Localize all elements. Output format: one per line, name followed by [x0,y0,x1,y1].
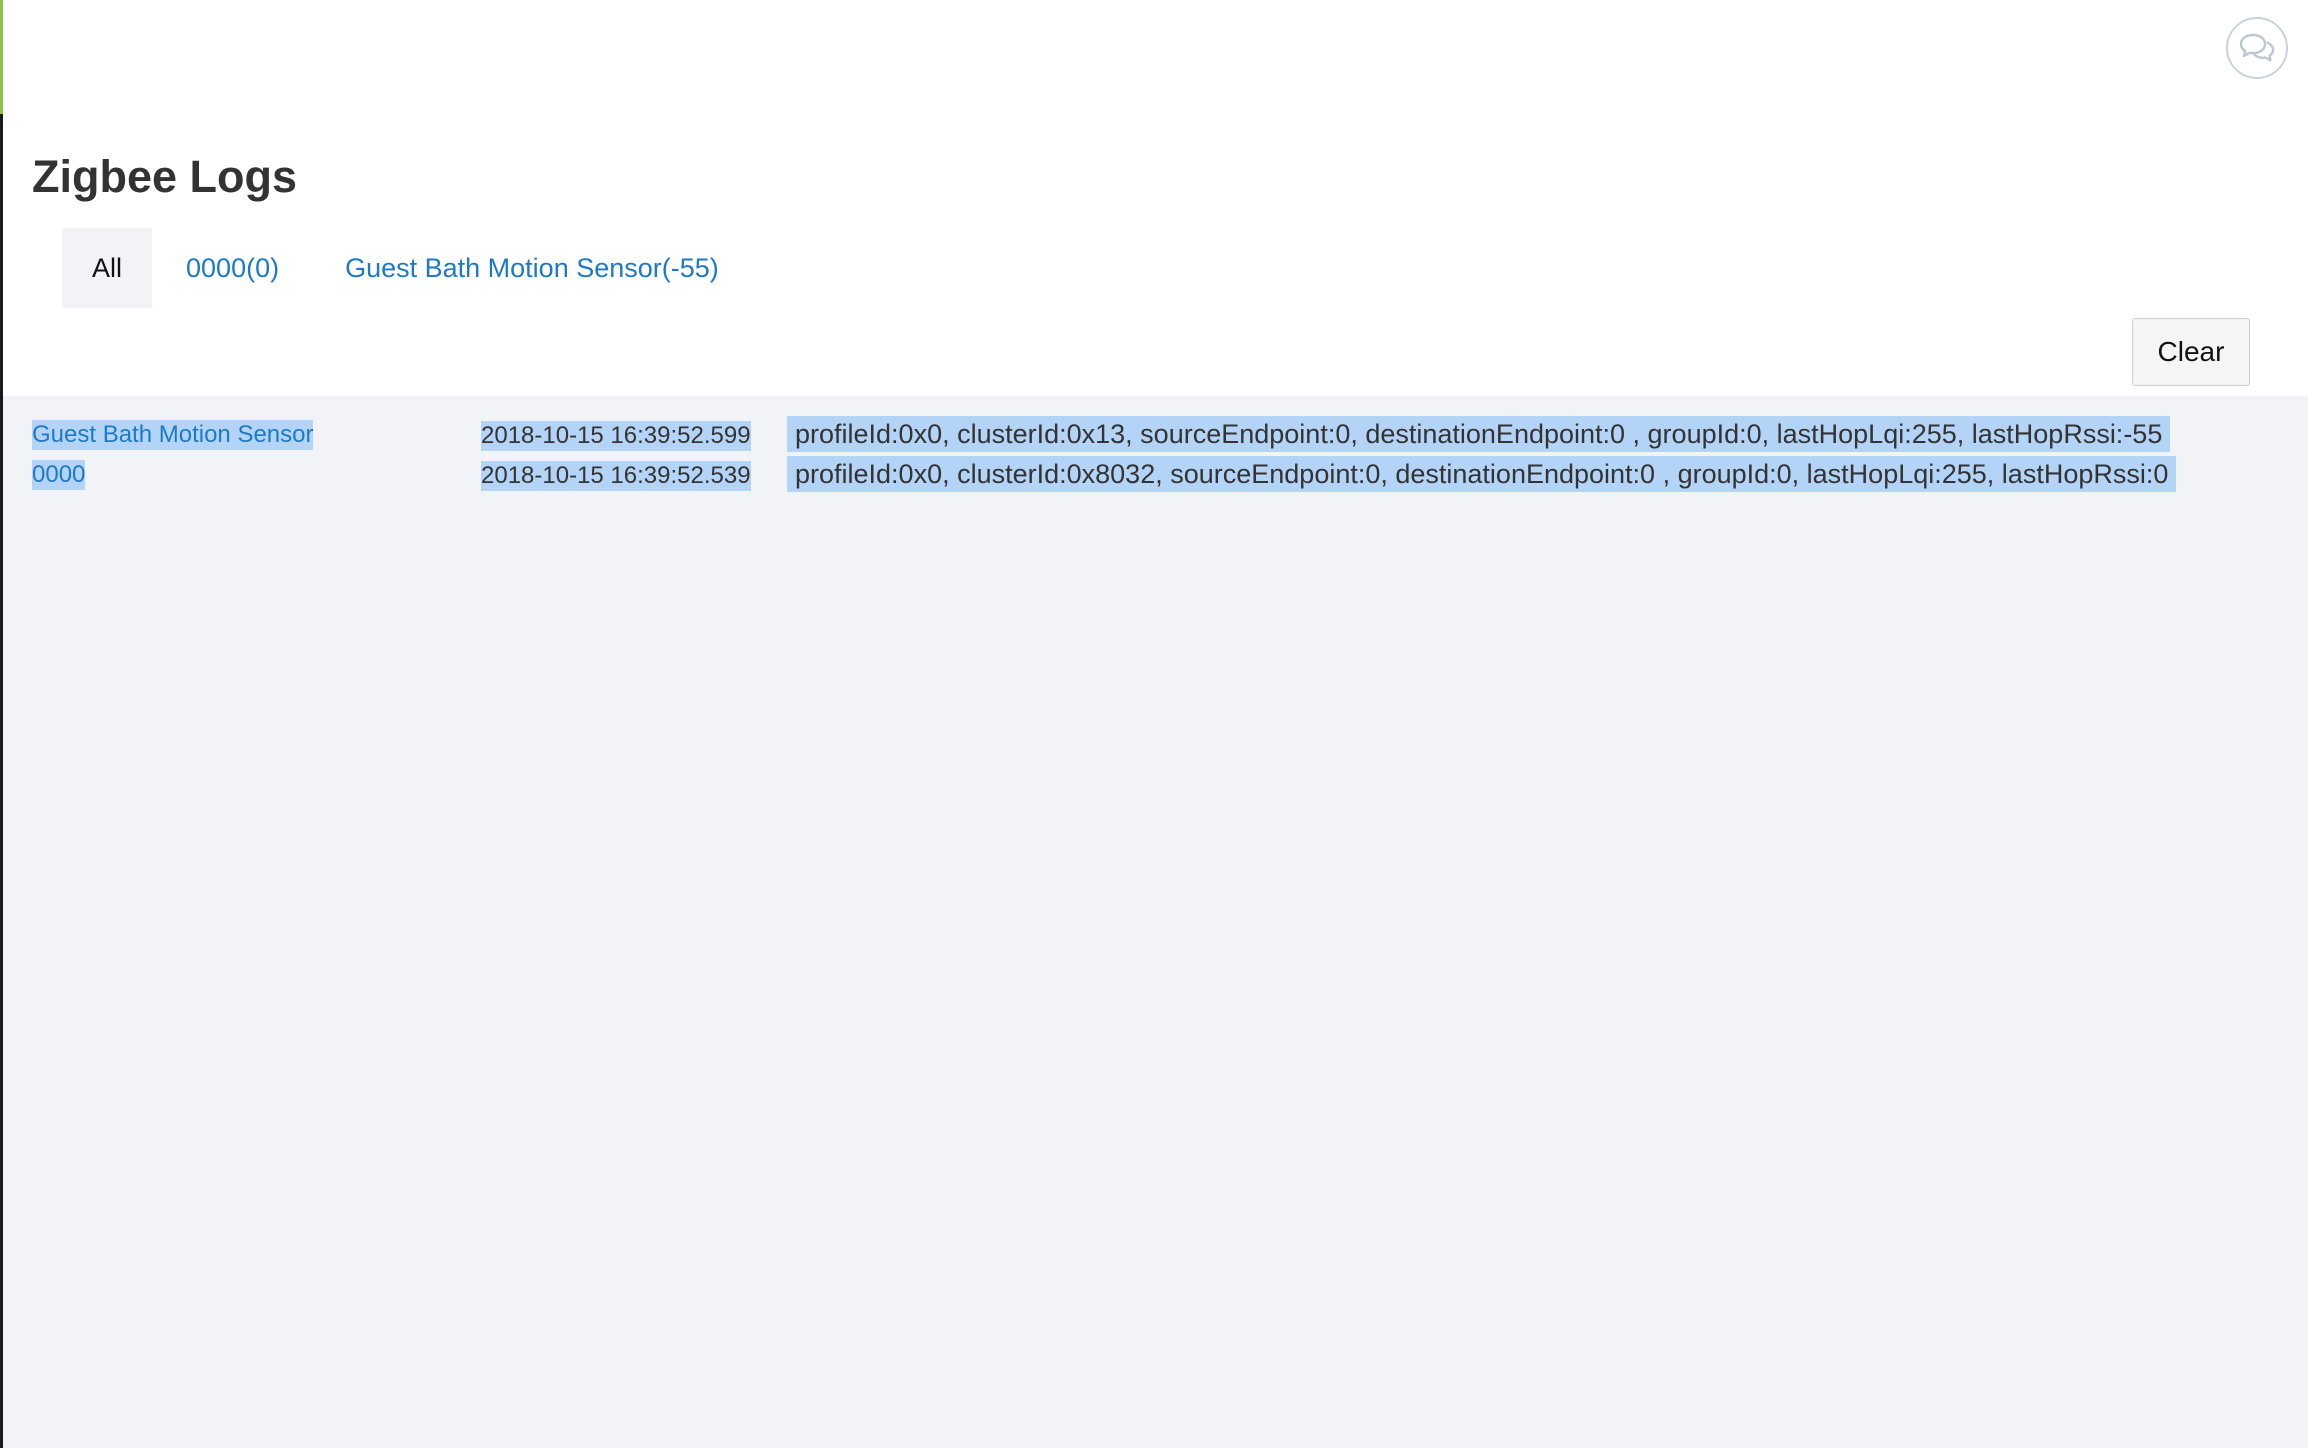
log-device-link[interactable]: 0000 [32,460,86,490]
page-title: Zigbee Logs [32,151,298,202]
left-accent-bar [0,0,3,114]
chat-bubbles-icon [2239,33,2275,62]
device-filter-tabs: All 0000(0) Guest Bath Motion Sensor(-55… [62,228,751,308]
tab-device-0000[interactable]: 0000(0) [152,228,311,308]
tab-device-guest-bath-motion-sensor[interactable]: Guest Bath Motion Sensor(-55) [311,228,751,308]
log-message: profileId:0x0, clusterId:0x8032, sourceE… [787,456,2177,492]
chat-button[interactable] [2226,17,2288,79]
log-message: profileId:0x0, clusterId:0x13, sourceEnd… [787,416,2171,452]
log-row: 0000 2018-10-15 16:39:52.539 profileId:0… [3,456,2308,496]
log-row: Guest Bath Motion Sensor 2018-10-15 16:3… [3,416,2308,456]
log-list: Guest Bath Motion Sensor 2018-10-15 16:3… [3,396,2308,1448]
log-timestamp: 2018-10-15 16:39:52.599 [481,421,751,451]
clear-button[interactable]: Clear [2132,318,2250,386]
log-timestamp: 2018-10-15 16:39:52.539 [481,461,751,491]
tab-all[interactable]: All [62,228,153,308]
log-device-link[interactable]: Guest Bath Motion Sensor [32,420,314,450]
